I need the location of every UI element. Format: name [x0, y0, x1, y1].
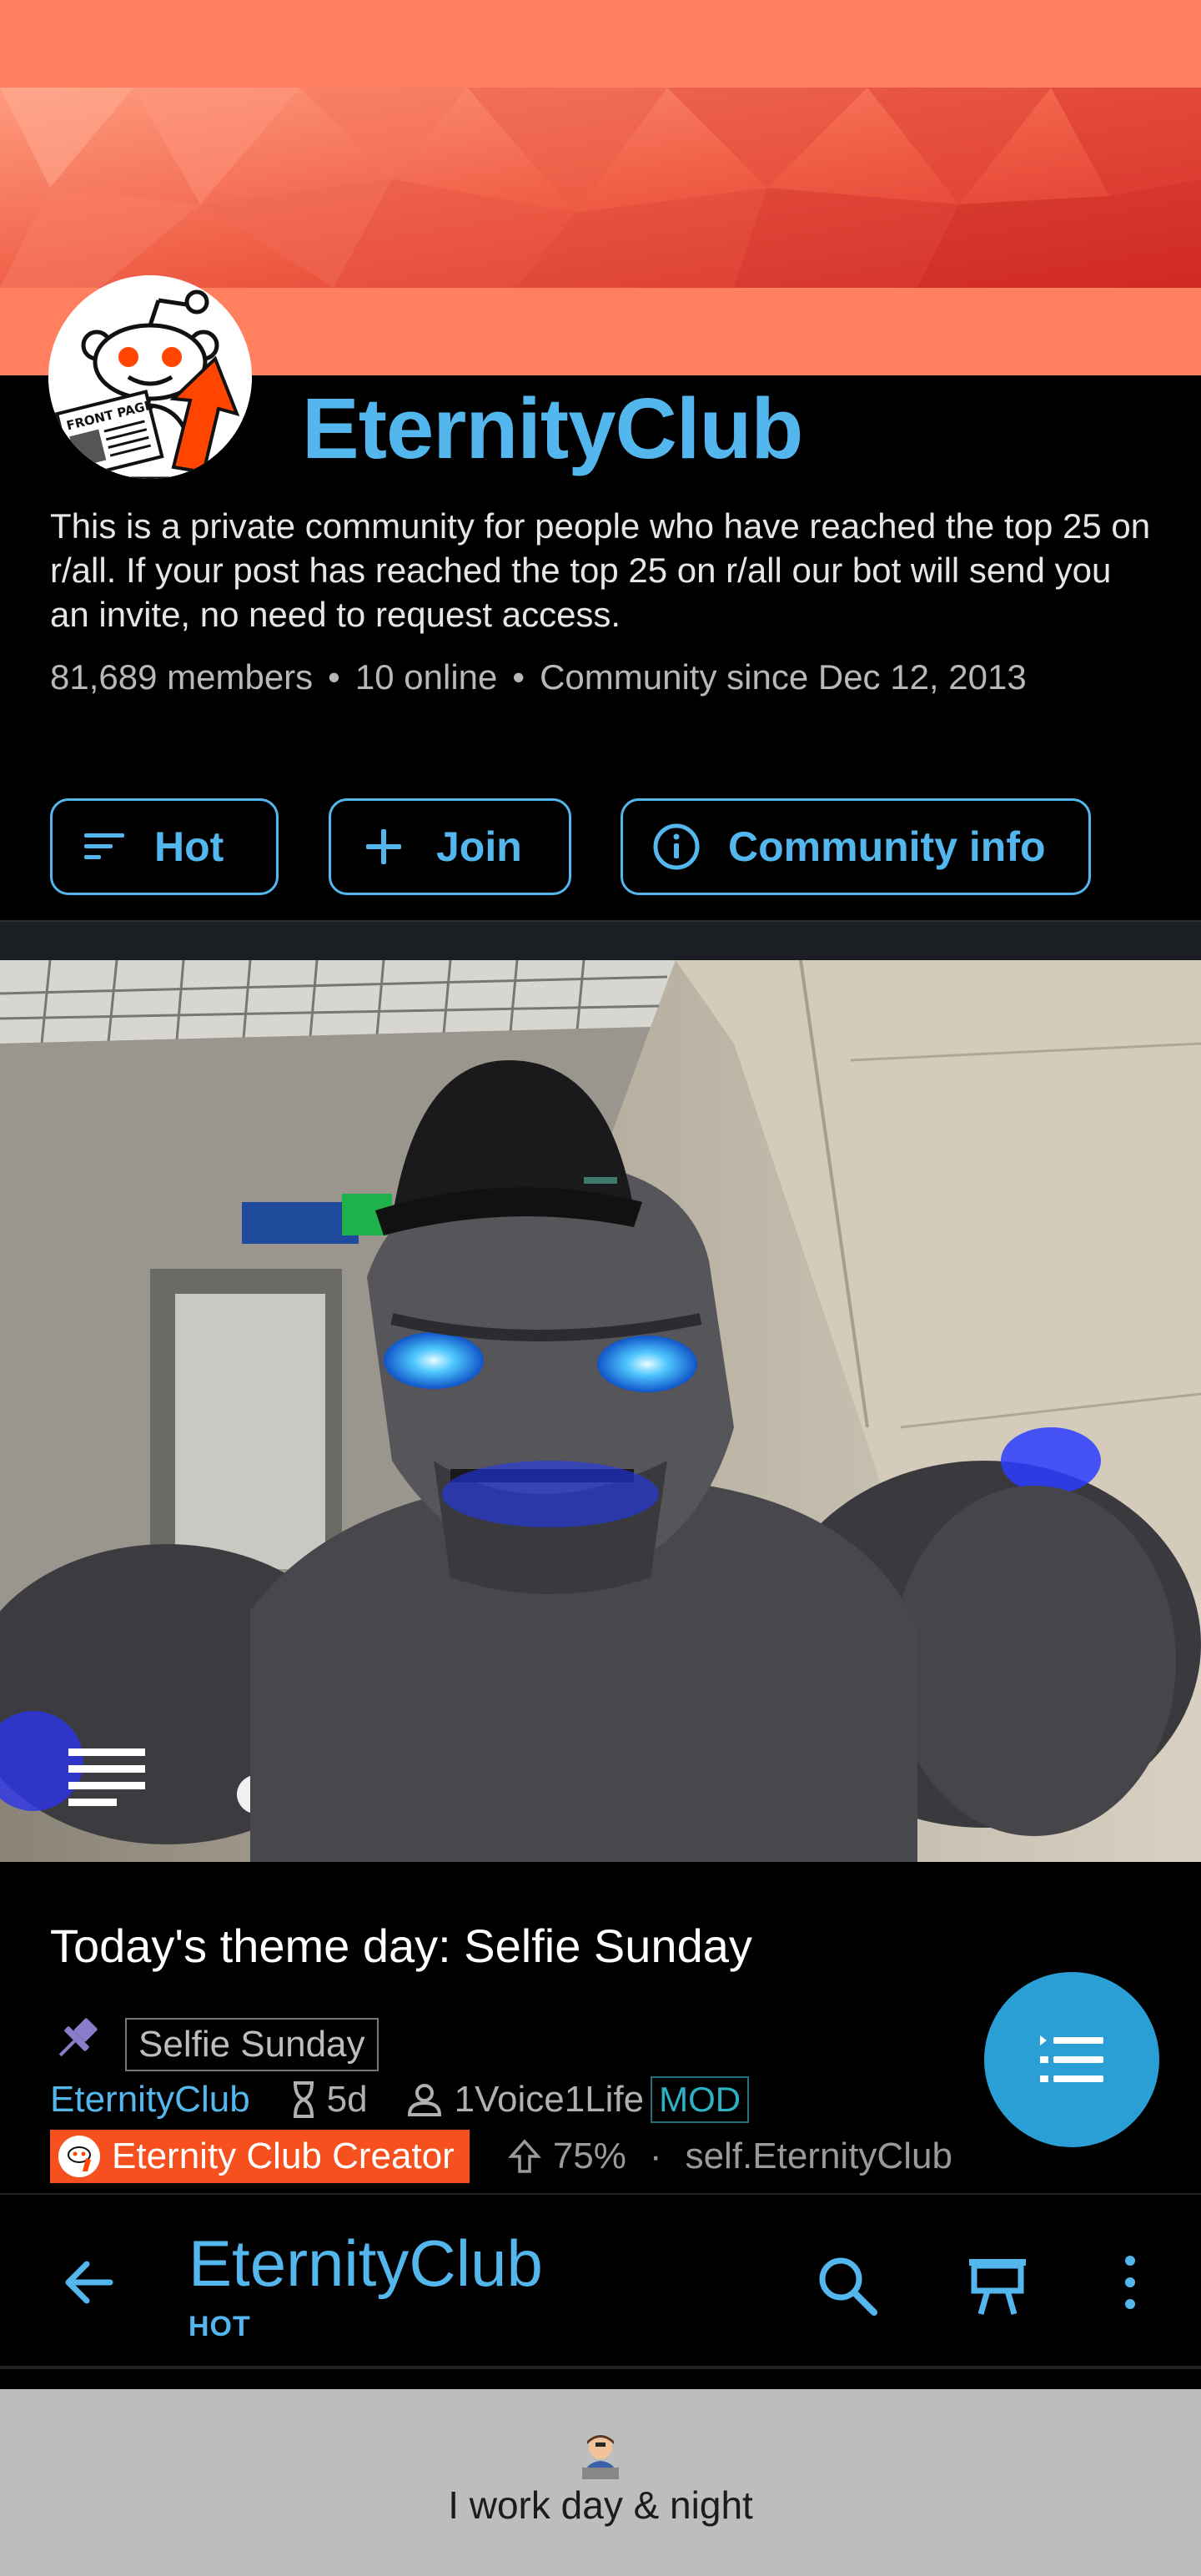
- banner-top-strip: [0, 0, 1201, 88]
- community-stats: 81,689 members • 10 online • Community since…: [50, 657, 1027, 697]
- online-count: 10 online: [354, 657, 498, 697]
- stats-separator: •: [512, 657, 525, 697]
- sort-hot-button[interactable]: Hot: [50, 798, 279, 895]
- text-post-icon: [68, 1745, 145, 1812]
- post-domain: self.EternityClub: [685, 2136, 952, 2176]
- upvote-arrow-icon: [507, 2139, 541, 2173]
- post-age: 5d: [326, 2079, 368, 2120]
- upvote-ratio: 75%: [552, 2136, 626, 2176]
- post-meta-secondary: Eternity Club Creator 75% · self.Eternit…: [50, 2130, 952, 2183]
- subreddit-link[interactable]: EternityClub: [50, 2079, 250, 2121]
- pin-icon: [50, 2012, 103, 2070]
- community-description: This is a private community for people w…: [50, 506, 1151, 634]
- post-author[interactable]: 1Voice1Life: [455, 2079, 645, 2121]
- community-avatar[interactable]: FRONT PAGE: [48, 275, 252, 479]
- community-title: EternityClub: [302, 380, 803, 476]
- author-flair-label: Eternity Club Creator: [112, 2136, 455, 2176]
- member-count: 81,689 members: [50, 657, 314, 697]
- join-button[interactable]: Join: [329, 798, 571, 895]
- meta-separator: ·: [649, 2136, 662, 2176]
- person-icon: [407, 2084, 441, 2116]
- plus-icon: [366, 829, 401, 864]
- author-flair: Eternity Club Creator: [50, 2130, 470, 2183]
- hourglass-icon: [293, 2081, 314, 2118]
- toolbar-title: EternityClub: [188, 2226, 543, 2300]
- post-meta: EternityClub 5d 1Voice1Life MOD: [50, 2075, 750, 2125]
- section-separator: [0, 920, 1201, 962]
- list-fab-icon: [1040, 2035, 1103, 2082]
- feed-gap: [0, 2369, 1201, 2389]
- post-flair: Selfie Sunday: [125, 2018, 379, 2071]
- post-title[interactable]: Today's theme day: Selfie Sunday: [50, 1919, 752, 1973]
- next-post-title: I work day & night: [448, 2483, 753, 2527]
- back-arrow-icon[interactable]: [58, 2252, 118, 2317]
- mod-badge: MOD: [651, 2076, 750, 2123]
- toolbar-sort-label: HOT: [188, 2311, 251, 2342]
- search-icon[interactable]: [814, 2252, 881, 2320]
- sort-hot-label: Hot: [154, 823, 224, 870]
- community-info-button[interactable]: Community info: [621, 798, 1091, 895]
- stats-separator: •: [328, 657, 340, 697]
- community-since: Community since Dec 12, 2013: [540, 657, 1027, 697]
- more-vertical-icon[interactable]: [1118, 2252, 1143, 2317]
- join-label: Join: [436, 823, 522, 870]
- community-info-label: Community info: [728, 823, 1046, 870]
- post-list-fab[interactable]: [984, 1972, 1159, 2147]
- worker-emoji-icon: [575, 2431, 626, 2481]
- sort-lines-icon: [84, 833, 124, 859]
- banner-image: [0, 88, 1201, 288]
- info-icon: [653, 823, 700, 870]
- post-thumbnail-image[interactable]: [0, 960, 1201, 1862]
- display-mode-icon[interactable]: [964, 2252, 1031, 2323]
- flair-avatar-icon: [58, 2136, 100, 2177]
